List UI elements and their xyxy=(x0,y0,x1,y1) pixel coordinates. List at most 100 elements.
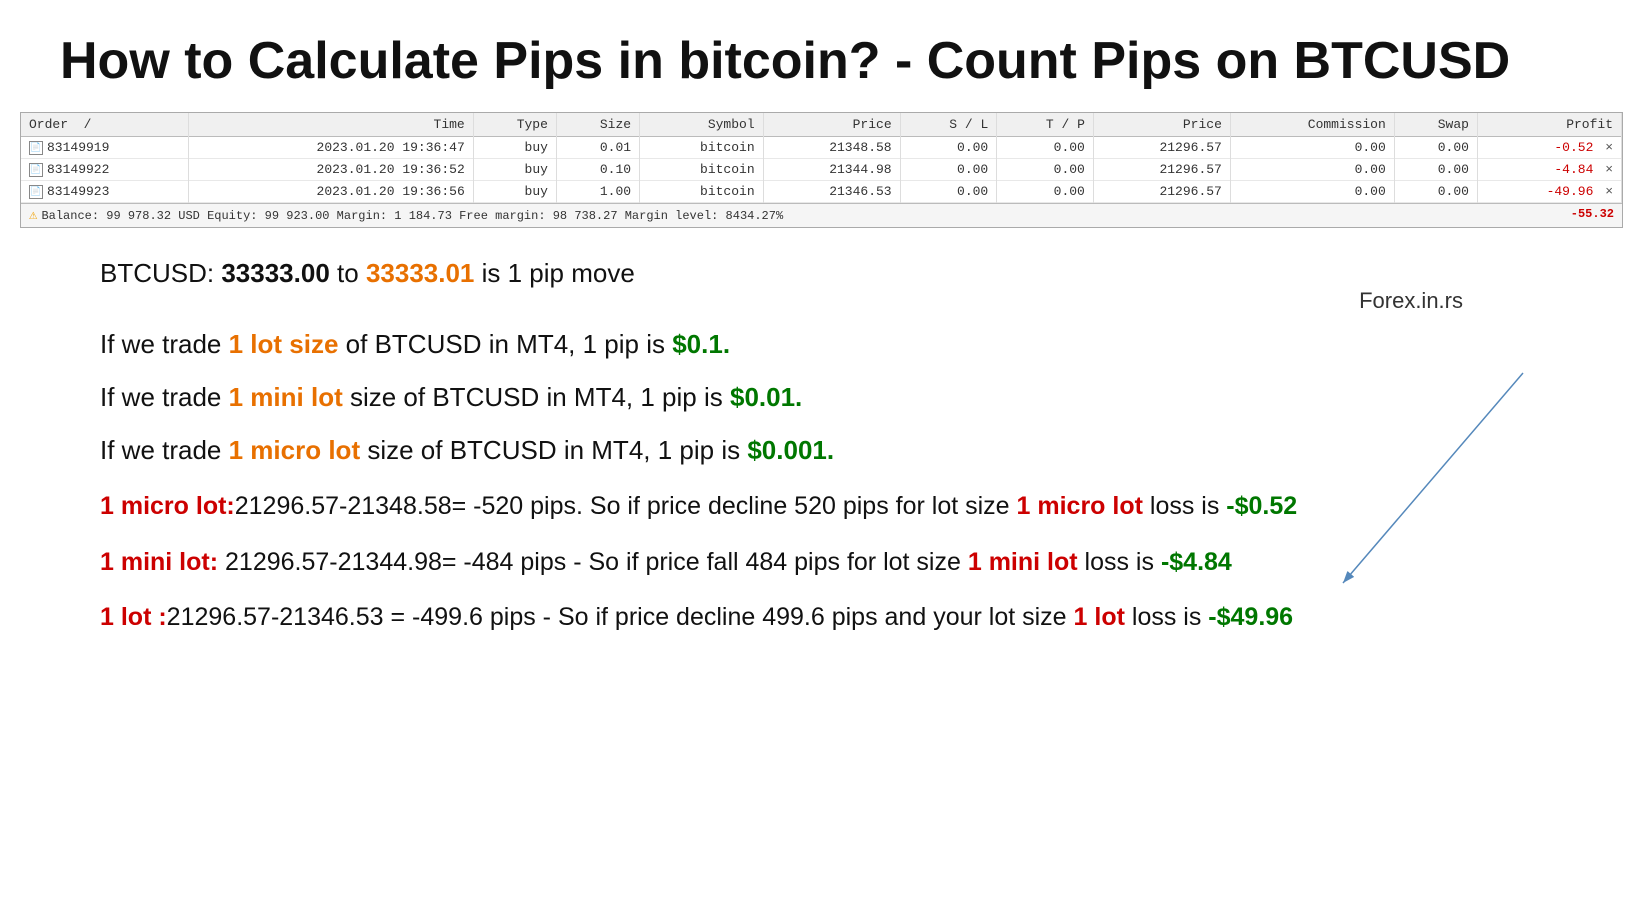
calc-loss-label: loss is xyxy=(1078,548,1161,576)
col-swap: Swap xyxy=(1394,113,1477,137)
pip-definition: BTCUSD: 33333.00 to 33333.01 is 1 pip mo… xyxy=(100,258,1543,289)
calc-label: 1 micro lot: xyxy=(100,492,235,520)
cell-type: buy xyxy=(473,137,556,159)
calculations-container: 1 micro lot:21296.57-21348.58= -520 pips… xyxy=(100,488,1543,637)
col-sl: S / L xyxy=(900,113,997,137)
cell-time: 2023.01.20 19:36:52 xyxy=(188,159,473,181)
calc-label: 1 mini lot: xyxy=(100,548,218,576)
cell-swap: 0.00 xyxy=(1394,137,1477,159)
cell-order: 📄83149922 xyxy=(21,159,188,181)
col-price-current: Price xyxy=(1093,113,1230,137)
table-row: 📄831499232023.01.20 19:36:56buy1.00bitco… xyxy=(21,181,1622,203)
col-time: Time xyxy=(188,113,473,137)
calc-label: 1 lot : xyxy=(100,603,167,631)
calc-lot-highlight: 1 mini lot xyxy=(968,548,1078,576)
calc-line: 1 lot :21296.57-21346.53 = -499.6 pips -… xyxy=(100,599,1543,637)
cell-price-open: 21348.58 xyxy=(763,137,900,159)
explanation-line: If we trade 1 micro lot size of BTCUSD i… xyxy=(100,435,1543,466)
status-text: Balance: 99 978.32 USD Equity: 99 923.00… xyxy=(41,209,783,223)
cell-time: 2023.01.20 19:36:47 xyxy=(188,137,473,159)
calc-lot-highlight: 1 lot xyxy=(1074,603,1125,631)
pip-def-suffix: is 1 pip move xyxy=(474,258,634,288)
cell-symbol: bitcoin xyxy=(640,181,764,203)
exp-highlight1: 1 micro lot xyxy=(229,435,360,465)
cell-commission: 0.00 xyxy=(1230,159,1394,181)
exp-text-before: If we trade xyxy=(100,382,229,412)
annotation-area: Forex.in.rs xyxy=(1359,288,1463,324)
cell-commission: 0.00 xyxy=(1230,137,1394,159)
cell-size: 1.00 xyxy=(556,181,639,203)
pip-def-prefix: BTCUSD: xyxy=(100,258,221,288)
exp-highlight2: $0.1. xyxy=(672,329,730,359)
row-icon: 📄 xyxy=(29,141,43,155)
pip-num1: 33333.00 xyxy=(221,258,329,288)
profit-value: -4.84 xyxy=(1554,162,1593,177)
cell-price-open: 21346.53 xyxy=(763,181,900,203)
profit-value: -0.52 xyxy=(1554,140,1593,155)
calc-formula: 21296.57-21344.98= -484 pips - So if pri… xyxy=(218,548,968,576)
calc-lot-highlight: 1 micro lot xyxy=(1017,492,1143,520)
calc-loss-label: loss is xyxy=(1125,603,1208,631)
calc-loss-value: -$49.96 xyxy=(1208,603,1293,631)
col-order: Order / xyxy=(21,113,188,137)
col-symbol: Symbol xyxy=(640,113,764,137)
table-header-row: Order / Time Type Size Symbol Price S / … xyxy=(21,113,1622,137)
cell-commission: 0.00 xyxy=(1230,181,1394,203)
calc-line: 1 mini lot: 21296.57-21344.98= -484 pips… xyxy=(100,544,1543,582)
exp-highlight2: $0.001. xyxy=(747,435,834,465)
calc-formula: 21296.57-21348.58= -520 pips. So if pric… xyxy=(235,492,1017,520)
exp-highlight2: $0.01. xyxy=(730,382,802,412)
explanation-line: If we trade 1 mini lot size of BTCUSD in… xyxy=(100,382,1543,413)
page-title: How to Calculate Pips in bitcoin? - Coun… xyxy=(0,0,1643,112)
cell-sl: 0.00 xyxy=(900,181,997,203)
col-type: Type xyxy=(473,113,556,137)
cell-order: 📄83149923 xyxy=(21,181,188,203)
close-button[interactable]: × xyxy=(1605,140,1613,155)
col-commission: Commission xyxy=(1230,113,1394,137)
exp-text-before: If we trade xyxy=(100,435,229,465)
cell-symbol: bitcoin xyxy=(640,159,764,181)
cell-symbol: bitcoin xyxy=(640,137,764,159)
col-size: Size xyxy=(556,113,639,137)
calc-loss-value: -$0.52 xyxy=(1226,492,1297,520)
explanations-container: If we trade 1 lot size of BTCUSD in MT4,… xyxy=(100,329,1543,466)
explanation-line: If we trade 1 lot size of BTCUSD in MT4,… xyxy=(100,329,1543,360)
profit-value: -49.96 xyxy=(1547,184,1594,199)
row-icon: 📄 xyxy=(29,185,43,199)
calc-loss-value: -$4.84 xyxy=(1161,548,1232,576)
exp-text-middle: of BTCUSD in MT4, 1 pip is xyxy=(338,329,672,359)
cell-sl: 0.00 xyxy=(900,137,997,159)
cell-profit: -0.52 × xyxy=(1477,137,1621,159)
trade-table: Order / Time Type Size Symbol Price S / … xyxy=(21,113,1622,203)
col-price-open: Price xyxy=(763,113,900,137)
cell-type: buy xyxy=(473,181,556,203)
total-loss: -55.32 xyxy=(1571,207,1614,224)
cell-swap: 0.00 xyxy=(1394,181,1477,203)
status-left: ⚠ Balance: 99 978.32 USD Equity: 99 923.… xyxy=(29,207,783,224)
cell-profit: -49.96 × xyxy=(1477,181,1621,203)
close-button[interactable]: × xyxy=(1605,184,1613,199)
calc-formula: 21296.57-21346.53 = -499.6 pips - So if … xyxy=(167,603,1074,631)
exp-text-before: If we trade xyxy=(100,329,229,359)
col-tp: T / P xyxy=(997,113,1094,137)
pip-def-to: to xyxy=(330,258,366,288)
cell-swap: 0.00 xyxy=(1394,159,1477,181)
cell-profit: -4.84 × xyxy=(1477,159,1621,181)
cell-price-current: 21296.57 xyxy=(1093,181,1230,203)
pip-num2: 33333.01 xyxy=(366,258,474,288)
close-button[interactable]: × xyxy=(1605,162,1613,177)
calc-loss-label: loss is xyxy=(1143,492,1226,520)
forex-label: Forex.in.rs xyxy=(1359,288,1463,314)
cell-tp: 0.00 xyxy=(997,159,1094,181)
cell-type: buy xyxy=(473,159,556,181)
warning-icon: ⚠ xyxy=(29,207,37,224)
cell-order: 📄83149919 xyxy=(21,137,188,159)
table-row: 📄831499222023.01.20 19:36:52buy0.10bitco… xyxy=(21,159,1622,181)
cell-tp: 0.00 xyxy=(997,181,1094,203)
exp-highlight1: 1 mini lot xyxy=(229,382,343,412)
trade-table-container: Order / Time Type Size Symbol Price S / … xyxy=(20,112,1623,228)
content-area: BTCUSD: 33333.00 to 33333.01 is 1 pip mo… xyxy=(0,228,1643,675)
exp-highlight1: 1 lot size xyxy=(229,329,339,359)
calc-line: 1 micro lot:21296.57-21348.58= -520 pips… xyxy=(100,488,1543,526)
row-icon: 📄 xyxy=(29,163,43,177)
